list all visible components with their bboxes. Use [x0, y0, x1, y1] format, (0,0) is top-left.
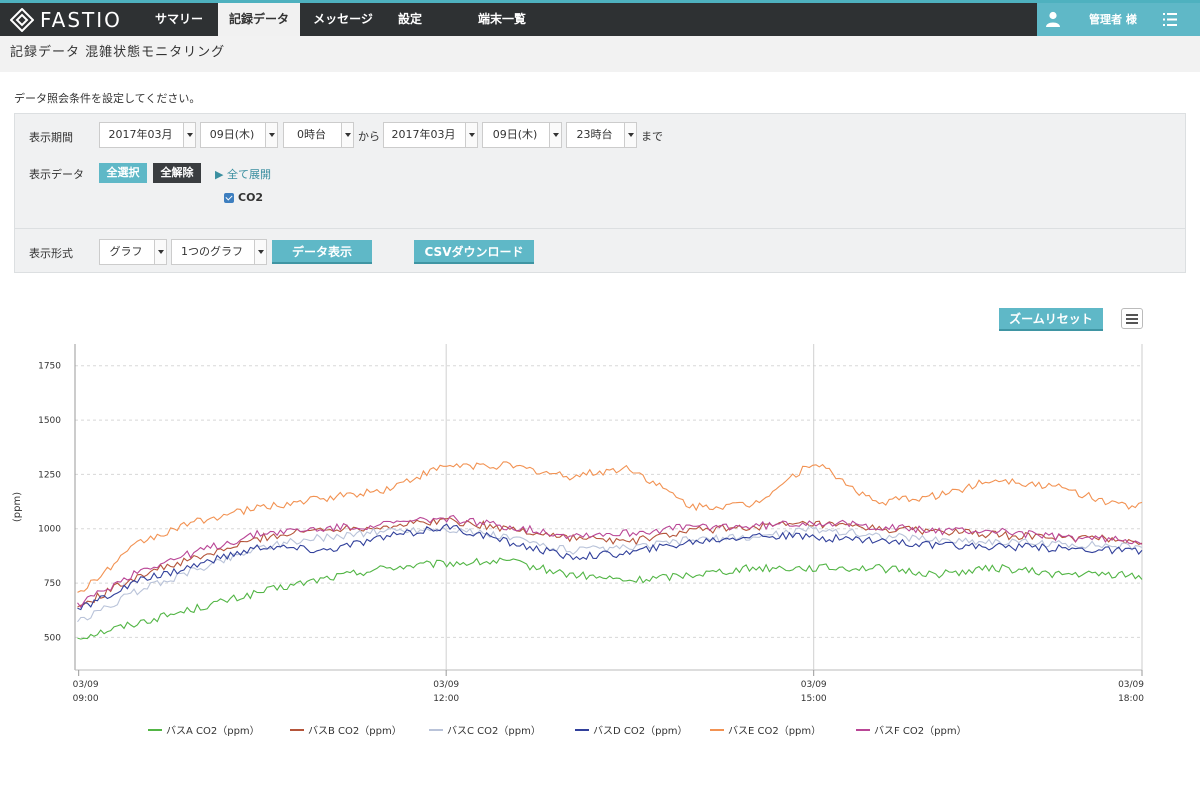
nav-records[interactable]: 記録データ	[218, 3, 300, 36]
dropdown-arrow-icon	[265, 123, 277, 147]
y-axis-label: (ppm)	[12, 492, 23, 522]
legend-item-1[interactable]: バスA CO2（ppm）	[166, 725, 260, 737]
panel-divider	[15, 228, 1185, 229]
dropdown-arrow-icon	[549, 123, 561, 147]
series-line-3[interactable]	[77, 525, 1143, 623]
logo-icon	[10, 8, 34, 32]
dropdown-arrow-icon	[254, 240, 266, 264]
dropdown-arrow-icon	[183, 123, 195, 147]
list-menu-icon[interactable]	[1163, 13, 1177, 26]
top-nav: FASTIO サマリー 記録データ メッセージ 設定 端末一覧 管理者 様	[0, 0, 1200, 36]
x-tick-time: 09:00	[73, 694, 99, 704]
y-tick-label: 1750	[38, 362, 61, 372]
legend-item-5[interactable]: バスE CO2（ppm）	[728, 725, 821, 737]
deselect-all-button[interactable]: 全解除	[153, 163, 201, 183]
x-tick-date: 03/09	[73, 680, 99, 690]
x-tick-time: 15:00	[801, 694, 827, 704]
dropdown-arrow-icon	[154, 240, 166, 264]
title-bar: 記録データ 混雑状態モニタリング	[0, 36, 1200, 72]
to-separator: まで	[641, 130, 663, 143]
x-tick-date: 03/09	[801, 680, 827, 690]
page-title: 記録データ 混雑状態モニタリング	[10, 45, 226, 60]
graph-count-value: 1つのグラフ	[181, 245, 243, 258]
nav-devices[interactable]: 端末一覧	[466, 3, 538, 36]
select-all-button[interactable]: 全選択	[99, 163, 147, 183]
to-hour-select[interactable]: 23時台	[566, 122, 637, 148]
to-month-select[interactable]: 2017年03月	[383, 122, 478, 148]
to-month-value: 2017年03月	[391, 128, 456, 141]
format-type-value: グラフ	[109, 245, 143, 258]
from-separator: から	[358, 130, 380, 143]
user-icon	[1046, 11, 1060, 27]
from-hour-select[interactable]: 0時台	[283, 122, 354, 148]
from-hour-value: 0時台	[297, 128, 326, 141]
series-line-6[interactable]	[77, 514, 1143, 609]
x-tick-date: 03/09	[433, 680, 459, 690]
y-tick-label: 500	[44, 633, 61, 643]
legend-item-6[interactable]: バスF CO2（ppm）	[874, 725, 967, 737]
graph-count-select[interactable]: 1つのグラフ	[171, 239, 267, 265]
x-tick-date: 03/09	[1118, 680, 1144, 690]
expand-all-link[interactable]: ▶ 全て展開	[215, 166, 271, 182]
nav-summary[interactable]: サマリー	[140, 3, 218, 36]
to-day-value: 09日(木)	[492, 128, 538, 141]
from-month-select[interactable]: 2017年03月	[99, 122, 196, 148]
series-line-5[interactable]	[77, 461, 1143, 593]
y-tick-label: 1000	[38, 525, 61, 535]
period-label: 表示期間	[29, 131, 73, 144]
x-tick-time: 18:00	[1118, 694, 1144, 704]
instruction-text: データ照会条件を設定してください。	[14, 92, 201, 105]
user-name: 管理者 様	[1089, 13, 1137, 26]
app-logo[interactable]: FASTIO	[10, 6, 122, 34]
to-day-select[interactable]: 09日(木)	[482, 122, 562, 148]
co2-line-chart[interactable]: 500 750 1000 1250 1500 1750 (ppm) 03/09 09:00 03/…	[0, 330, 1200, 810]
nav-messages[interactable]: メッセージ	[300, 3, 386, 36]
to-hour-value: 23時台	[576, 128, 613, 141]
legend-item-3[interactable]: バスC CO2（ppm）	[447, 725, 541, 737]
co2-checkbox[interactable]: CO2	[224, 191, 263, 204]
logo-text: FASTIO	[40, 8, 122, 32]
from-day-select[interactable]: 09日(木)	[200, 122, 278, 148]
dropdown-arrow-icon	[624, 123, 636, 147]
format-label: 表示形式	[29, 247, 73, 260]
zoom-reset-button[interactable]: ズームリセット	[999, 308, 1103, 331]
dropdown-arrow-icon	[341, 123, 353, 147]
nav-settings[interactable]: 設定	[386, 3, 434, 36]
filter-panel: 表示期間 2017年03月 09日(木) 0時台 から 2017年03月 09日…	[14, 113, 1186, 273]
co2-checkbox-label: CO2	[238, 191, 264, 204]
y-tick-label: 1250	[38, 470, 61, 480]
chart-menu-icon[interactable]	[1121, 308, 1143, 329]
legend-item-2[interactable]: バスB CO2（ppm）	[308, 725, 402, 737]
x-tick-time: 12:00	[433, 694, 459, 704]
series-line-4[interactable]	[77, 523, 1143, 611]
show-data-button[interactable]: データ表示	[272, 240, 372, 264]
from-month-value: 2017年03月	[108, 128, 173, 141]
y-tick-label: 750	[44, 579, 61, 589]
series-line-1[interactable]	[77, 557, 1143, 640]
checkbox-checked-icon	[224, 192, 234, 203]
csv-download-button[interactable]: CSVダウンロード	[414, 240, 534, 264]
y-tick-label: 1500	[38, 416, 61, 426]
from-day-value: 09日(木)	[209, 128, 255, 141]
data-label: 表示データ	[29, 168, 84, 181]
format-type-select[interactable]: グラフ	[99, 239, 167, 265]
legend-item-4[interactable]: バスD CO2（ppm）	[593, 725, 688, 737]
dropdown-arrow-icon	[465, 123, 477, 147]
